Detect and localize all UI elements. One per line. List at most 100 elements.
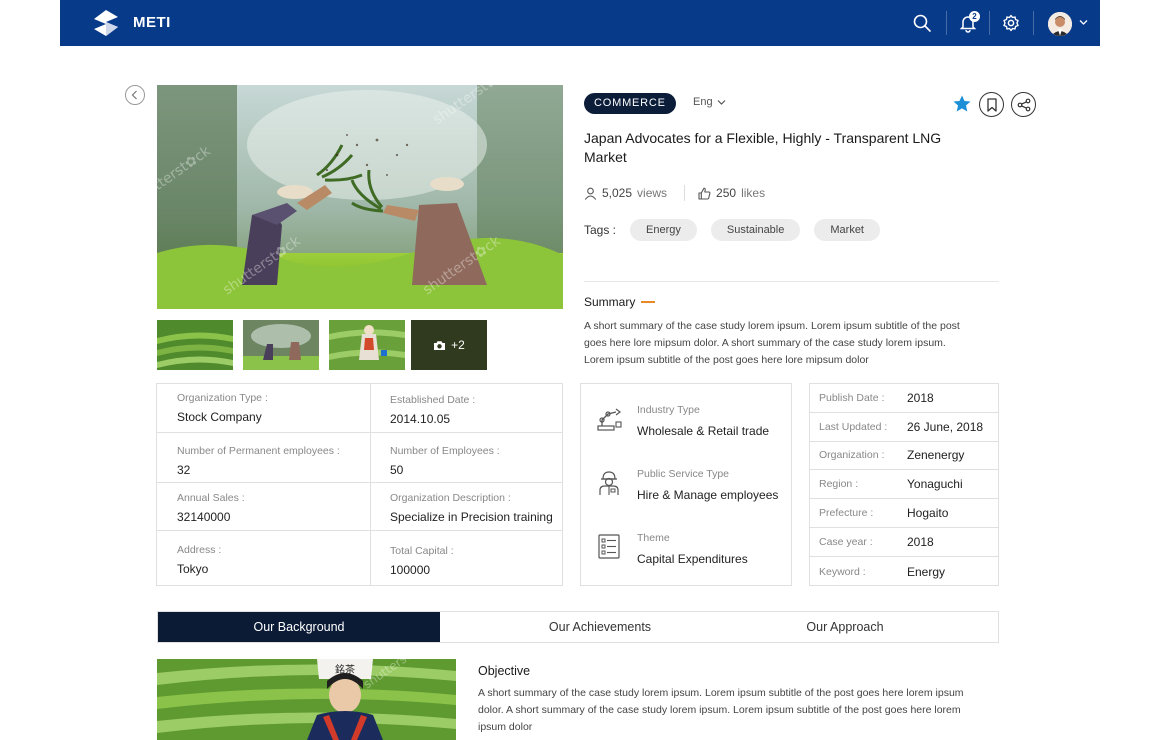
camera-icon xyxy=(434,340,446,350)
tags-label: Tags : xyxy=(584,223,617,237)
tab-our-achievements[interactable]: Our Achievements xyxy=(440,612,760,642)
tag-list: Tags : Energy Sustainable Market xyxy=(584,219,880,241)
star-icon[interactable] xyxy=(952,94,972,114)
top-navigation-bar xyxy=(60,0,1100,46)
detail-row-keyword: Keyword : Energy xyxy=(810,557,998,586)
objective-text: A short summary of the case study lorem … xyxy=(478,687,964,733)
theme-item: Theme Capital Expenditures xyxy=(595,532,748,566)
likes-stat[interactable]: 250 likes xyxy=(698,186,765,200)
divider xyxy=(989,11,990,35)
field-label: Public Service Type xyxy=(637,468,730,480)
field-label: Organization Type : xyxy=(177,392,268,404)
gallery-thumbnail[interactable] xyxy=(243,320,319,370)
classification-text: Theme Capital Expenditures xyxy=(637,532,748,566)
views-stat: 5,025 views xyxy=(584,186,667,200)
divider xyxy=(684,185,686,201)
classification-panel: Industry Type Wholesale & Retail trade P… xyxy=(580,383,792,586)
field-value: Zenenergy xyxy=(907,448,965,462)
tea-picker-thumbnail xyxy=(329,320,405,370)
field-value: Specialize in Precision training xyxy=(390,510,553,524)
brand-name[interactable]: METI xyxy=(133,14,171,31)
field-value: Tokyo xyxy=(177,562,209,576)
tag-energy[interactable]: Energy xyxy=(630,219,697,241)
share-button[interactable] xyxy=(1011,92,1036,117)
employees-cell: Number of Employees : 50 xyxy=(370,445,500,477)
classification-text: Industry Type Wholesale & Retail trade xyxy=(637,404,769,438)
field-value: 100000 xyxy=(390,563,431,577)
classification-text: Public Service Type Hire & Manage employ… xyxy=(637,468,778,502)
document-list-icon xyxy=(598,534,620,559)
language-selector[interactable]: Eng xyxy=(693,96,726,108)
accent-dash xyxy=(641,301,656,303)
divider xyxy=(946,11,947,35)
gallery-more-button[interactable]: +2 xyxy=(411,320,487,370)
divider xyxy=(157,482,562,483)
field-value: Stock Company xyxy=(177,410,262,424)
details-table: Publish Date : 2018 Last Updated : 26 Ju… xyxy=(809,383,999,586)
field-value: Hogaito xyxy=(907,506,949,520)
detail-row-region: Region : Yonaguchi xyxy=(810,470,998,499)
address-cell: Address : Tokyo xyxy=(157,544,221,576)
field-label: Total Capital : xyxy=(390,545,454,557)
field-label: Region : xyxy=(819,478,859,490)
notification-badge: 2 xyxy=(969,11,980,22)
objective-title: Objective xyxy=(478,664,531,678)
gear-icon[interactable] xyxy=(1001,13,1021,33)
field-label: Last Updated : xyxy=(819,421,888,433)
user-icon xyxy=(584,187,597,200)
chevron-down-icon[interactable] xyxy=(1079,19,1088,26)
chevron-down-icon xyxy=(717,99,726,105)
organization-description-cell: Organization Description : Specialize in… xyxy=(370,492,553,524)
likes-count: 250 xyxy=(716,186,737,200)
gallery-thumbnail[interactable] xyxy=(329,320,405,370)
worker-icon xyxy=(599,471,619,495)
tag-market[interactable]: Market xyxy=(814,219,880,241)
field-value: Energy xyxy=(907,564,946,579)
tab-our-background[interactable]: Our Background xyxy=(158,612,440,642)
post-stats: 5,025 views 250 likes xyxy=(584,185,765,201)
share-icon xyxy=(1017,98,1030,111)
divider xyxy=(157,432,562,433)
meti-logo-icon[interactable] xyxy=(92,9,120,37)
user-avatar[interactable] xyxy=(1048,12,1072,36)
top-bar-background xyxy=(60,0,1100,46)
tab-our-approach[interactable]: Our Approach xyxy=(760,612,930,642)
field-label: Case year : xyxy=(819,536,873,548)
tea-field-thumbnail xyxy=(157,320,233,370)
field-value: 50 xyxy=(390,463,404,477)
rice-farmers-photo: shutterst✿ck shutterst✿ck shutterst✿ck s… xyxy=(157,85,563,309)
field-label: Established Date : xyxy=(390,394,476,406)
industry-type-item: Industry Type Wholesale & Retail trade xyxy=(595,404,769,438)
bookmark-icon xyxy=(986,97,997,112)
bookmark-button[interactable] xyxy=(979,92,1004,117)
tag-sustainable[interactable]: Sustainable xyxy=(710,219,801,241)
detail-row-case-year: Case year : 2018 xyxy=(810,528,998,557)
field-value: Hire & Manage employees xyxy=(637,488,779,502)
gallery-thumbnail[interactable] xyxy=(157,320,233,370)
search-icon[interactable] xyxy=(912,13,932,33)
field-value: 26 June, 2018 xyxy=(907,420,984,434)
summary-text: A short summary of the case study lorem … xyxy=(584,320,960,366)
field-label: Number of Permanent employees : xyxy=(177,445,340,457)
field-label: Organization Description : xyxy=(390,492,511,504)
summary-heading: Summary xyxy=(584,295,656,309)
field-value: 32 xyxy=(177,463,191,477)
background-image: 銘茶 shutterst✿ck xyxy=(157,659,456,740)
views-label: views xyxy=(637,186,668,200)
main-image[interactable]: shutterst✿ck shutterst✿ck shutterst✿ck s… xyxy=(157,85,563,309)
field-label: Publish Date : xyxy=(819,392,885,404)
organization-info-table: Organization Type : Stock Company Establ… xyxy=(156,383,563,586)
post-title: Japan Advocates for a Flexible, Highly -… xyxy=(584,130,942,165)
field-label: Number of Employees : xyxy=(390,445,500,457)
detail-row-prefecture: Prefecture : Hogaito xyxy=(810,499,998,528)
likes-label: likes xyxy=(741,186,766,200)
permanent-employees-cell: Number of Permanent employees : 32 xyxy=(157,445,340,477)
language-label: Eng xyxy=(693,96,713,108)
back-button[interactable] xyxy=(125,85,145,105)
field-value: Wholesale & Retail trade xyxy=(637,424,770,438)
public-service-type-item: Public Service Type Hire & Manage employ… xyxy=(595,468,778,502)
chevron-left-icon xyxy=(131,90,137,100)
field-label: Keyword : xyxy=(819,565,866,578)
views-count: 5,025 xyxy=(602,186,633,200)
field-label: Organization : xyxy=(819,449,885,461)
